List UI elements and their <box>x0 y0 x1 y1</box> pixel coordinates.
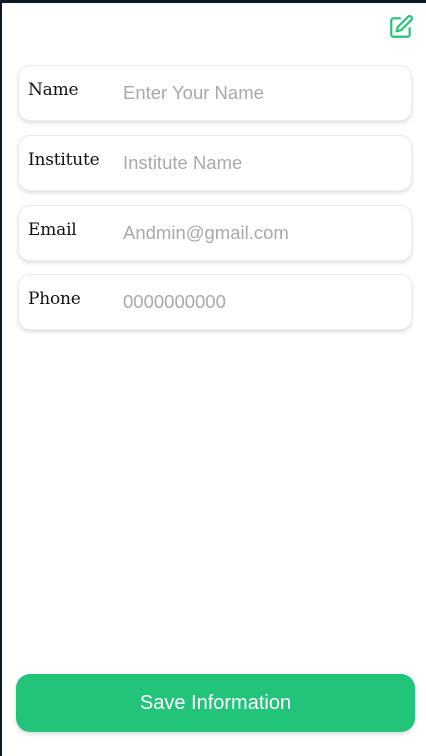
edit-button[interactable] <box>387 13 415 41</box>
email-field-card: Email <box>18 205 412 261</box>
phone-input[interactable] <box>123 285 398 319</box>
name-input[interactable] <box>123 76 398 110</box>
edit-icon <box>390 15 413 38</box>
phone-field-card: Phone <box>18 274 412 330</box>
institute-input[interactable] <box>123 146 398 180</box>
email-label: Email <box>28 220 77 240</box>
name-label: Name <box>28 80 79 100</box>
profile-screen: Name Institute Email Phone Save Informat… <box>2 3 426 756</box>
phone-label: Phone <box>28 289 81 309</box>
save-information-button[interactable]: Save Information <box>16 674 415 732</box>
name-field-card: Name <box>18 65 412 121</box>
email-input[interactable] <box>123 216 398 250</box>
institute-label: Institute <box>28 150 100 170</box>
institute-field-card: Institute <box>18 135 412 191</box>
